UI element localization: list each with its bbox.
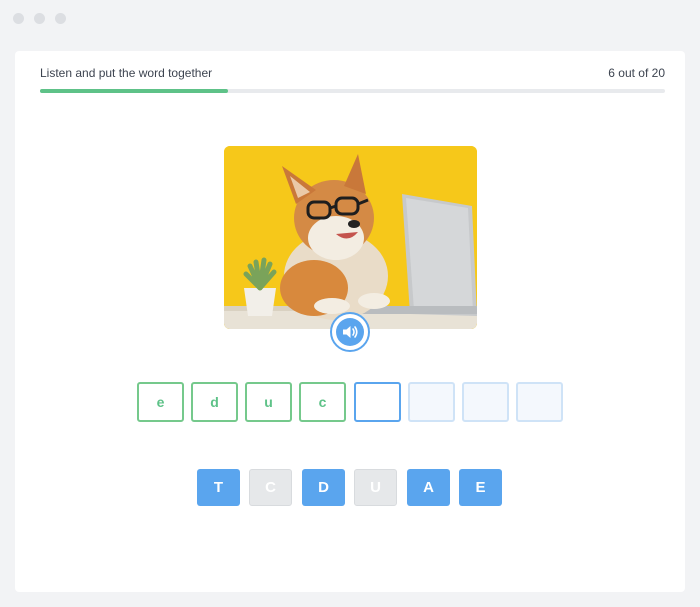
- letter-tile[interactable]: E: [459, 469, 502, 506]
- answer-slots: e d u c: [137, 382, 567, 422]
- letter-tile[interactable]: T: [197, 469, 240, 506]
- dog-at-laptop-illustration: [224, 146, 477, 329]
- answer-slot[interactable]: [516, 382, 563, 422]
- letter-tiles: T C D U A E: [197, 469, 507, 506]
- exercise-card: Listen and put the word together 6 out o…: [15, 51, 685, 592]
- window-maximize-dot[interactable]: [55, 13, 66, 24]
- letter-tile[interactable]: D: [302, 469, 345, 506]
- answer-slot[interactable]: e: [137, 382, 184, 422]
- question-counter: 6 out of 20: [608, 66, 665, 80]
- progress-bar: [40, 89, 665, 93]
- answer-slot[interactable]: c: [299, 382, 346, 422]
- answer-slot-active[interactable]: [354, 382, 401, 422]
- answer-slot[interactable]: u: [245, 382, 292, 422]
- play-audio-button[interactable]: [330, 312, 370, 352]
- window-minimize-dot[interactable]: [34, 13, 45, 24]
- answer-slot[interactable]: [408, 382, 455, 422]
- speaker-icon: [336, 318, 364, 346]
- exercise-image: [224, 146, 477, 329]
- letter-tile[interactable]: A: [407, 469, 450, 506]
- window-titlebar: [0, 0, 700, 37]
- instruction-text: Listen and put the word together: [40, 66, 213, 80]
- window-close-dot[interactable]: [13, 13, 24, 24]
- letter-tile-used: U: [354, 469, 397, 506]
- answer-slot[interactable]: [462, 382, 509, 422]
- answer-slot[interactable]: d: [191, 382, 238, 422]
- progress-fill: [40, 89, 228, 93]
- letter-tile-used: C: [249, 469, 292, 506]
